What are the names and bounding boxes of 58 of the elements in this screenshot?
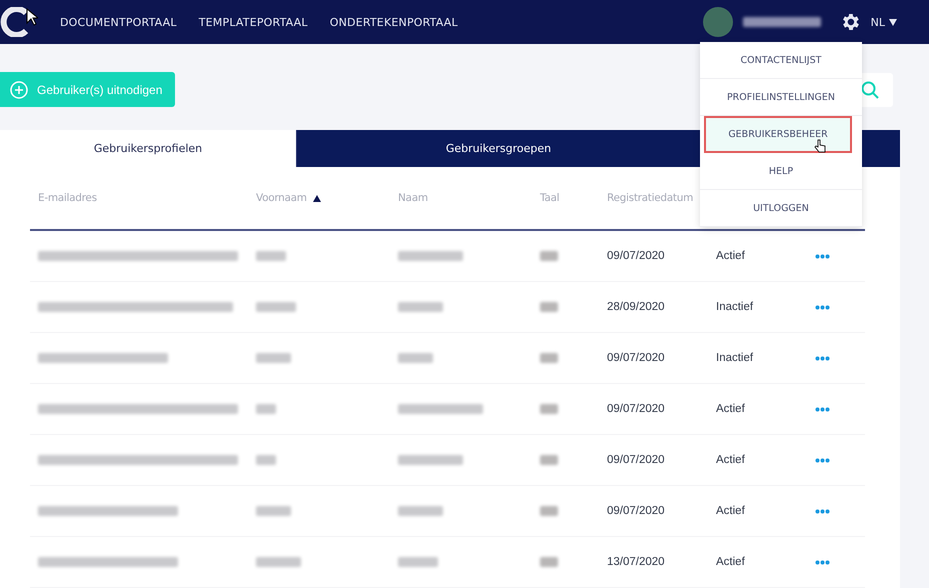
more-options-icon[interactable] (815, 356, 830, 360)
more-options-icon[interactable] (815, 304, 830, 310)
tab[interactable]: Gebruikersprofielen (0, 130, 296, 167)
redacted-last-name (398, 353, 433, 363)
status-text: Inactief (716, 301, 754, 313)
avatar[interactable] (702, 7, 733, 37)
redacted-last-name (398, 455, 463, 465)
status-text: Actief (716, 505, 746, 517)
nav-link[interactable]: TEMPLATEPORTAAL (198, 16, 308, 28)
nav-link[interactable]: DOCUMENTPORTAAL (60, 16, 177, 28)
more-options-icon[interactable] (815, 254, 830, 258)
registration-date: 09/07/2020 (607, 505, 666, 517)
redacted-language (540, 455, 558, 465)
pointer-cursor-icon (26, 8, 38, 26)
more-options-icon[interactable] (815, 508, 830, 514)
menu-item[interactable]: UITLOGGEN (700, 190, 862, 227)
menu-item[interactable]: PROFIELINSTELLINGEN (700, 79, 862, 116)
redacted-last-name (398, 506, 443, 516)
sort-ascending-icon (312, 194, 321, 202)
registration-date: 09/07/2020 (607, 403, 666, 415)
registration-date: 28/09/2020 (607, 301, 666, 313)
caret-icon (889, 18, 897, 26)
hand-cursor-icon (814, 139, 826, 153)
redacted-first-name (256, 455, 276, 465)
redacted-language (540, 557, 558, 567)
menu-item[interactable]: CONTACTENLIJST (700, 42, 862, 79)
redacted-first-name (256, 557, 301, 567)
redacted-language (540, 302, 558, 312)
registration-date: 13/07/2020 (607, 556, 666, 568)
plus-circle-icon (10, 80, 28, 98)
nav-link[interactable]: ONDERTEKENPORTAAL (330, 16, 458, 28)
search-icon (861, 80, 879, 98)
registration-date: 09/07/2020 (607, 352, 666, 364)
more-options-icon[interactable] (815, 560, 830, 564)
redacted-first-name (256, 506, 291, 516)
redacted-last-name (398, 251, 463, 261)
redacted-language (540, 404, 558, 414)
redacted-first-name (256, 302, 296, 312)
menu-item[interactable]: GEBRUIKERSBEHEER (704, 116, 852, 153)
registration-date: 09/07/2020 (607, 454, 666, 466)
redacted-first-name (256, 404, 276, 414)
status-text: Actief (716, 556, 746, 568)
status-text: Actief (716, 454, 746, 466)
status-text: Inactief (716, 352, 754, 364)
redacted-last-name (398, 302, 443, 312)
redacted-first-name (256, 251, 286, 261)
registration-date: 09/07/2020 (607, 250, 666, 262)
status-text: Actief (716, 403, 746, 415)
menu-item[interactable]: HELP (700, 153, 862, 190)
redacted-language (540, 353, 558, 363)
more-options-icon[interactable] (815, 406, 830, 412)
more-options-icon[interactable] (815, 458, 830, 462)
language-selector[interactable]: NL (870, 16, 897, 28)
redacted-language (540, 251, 558, 261)
redacted-language (540, 506, 558, 516)
redacted-last-name (398, 557, 438, 567)
redacted-first-name (256, 353, 291, 363)
status-text: Actief (716, 250, 746, 262)
